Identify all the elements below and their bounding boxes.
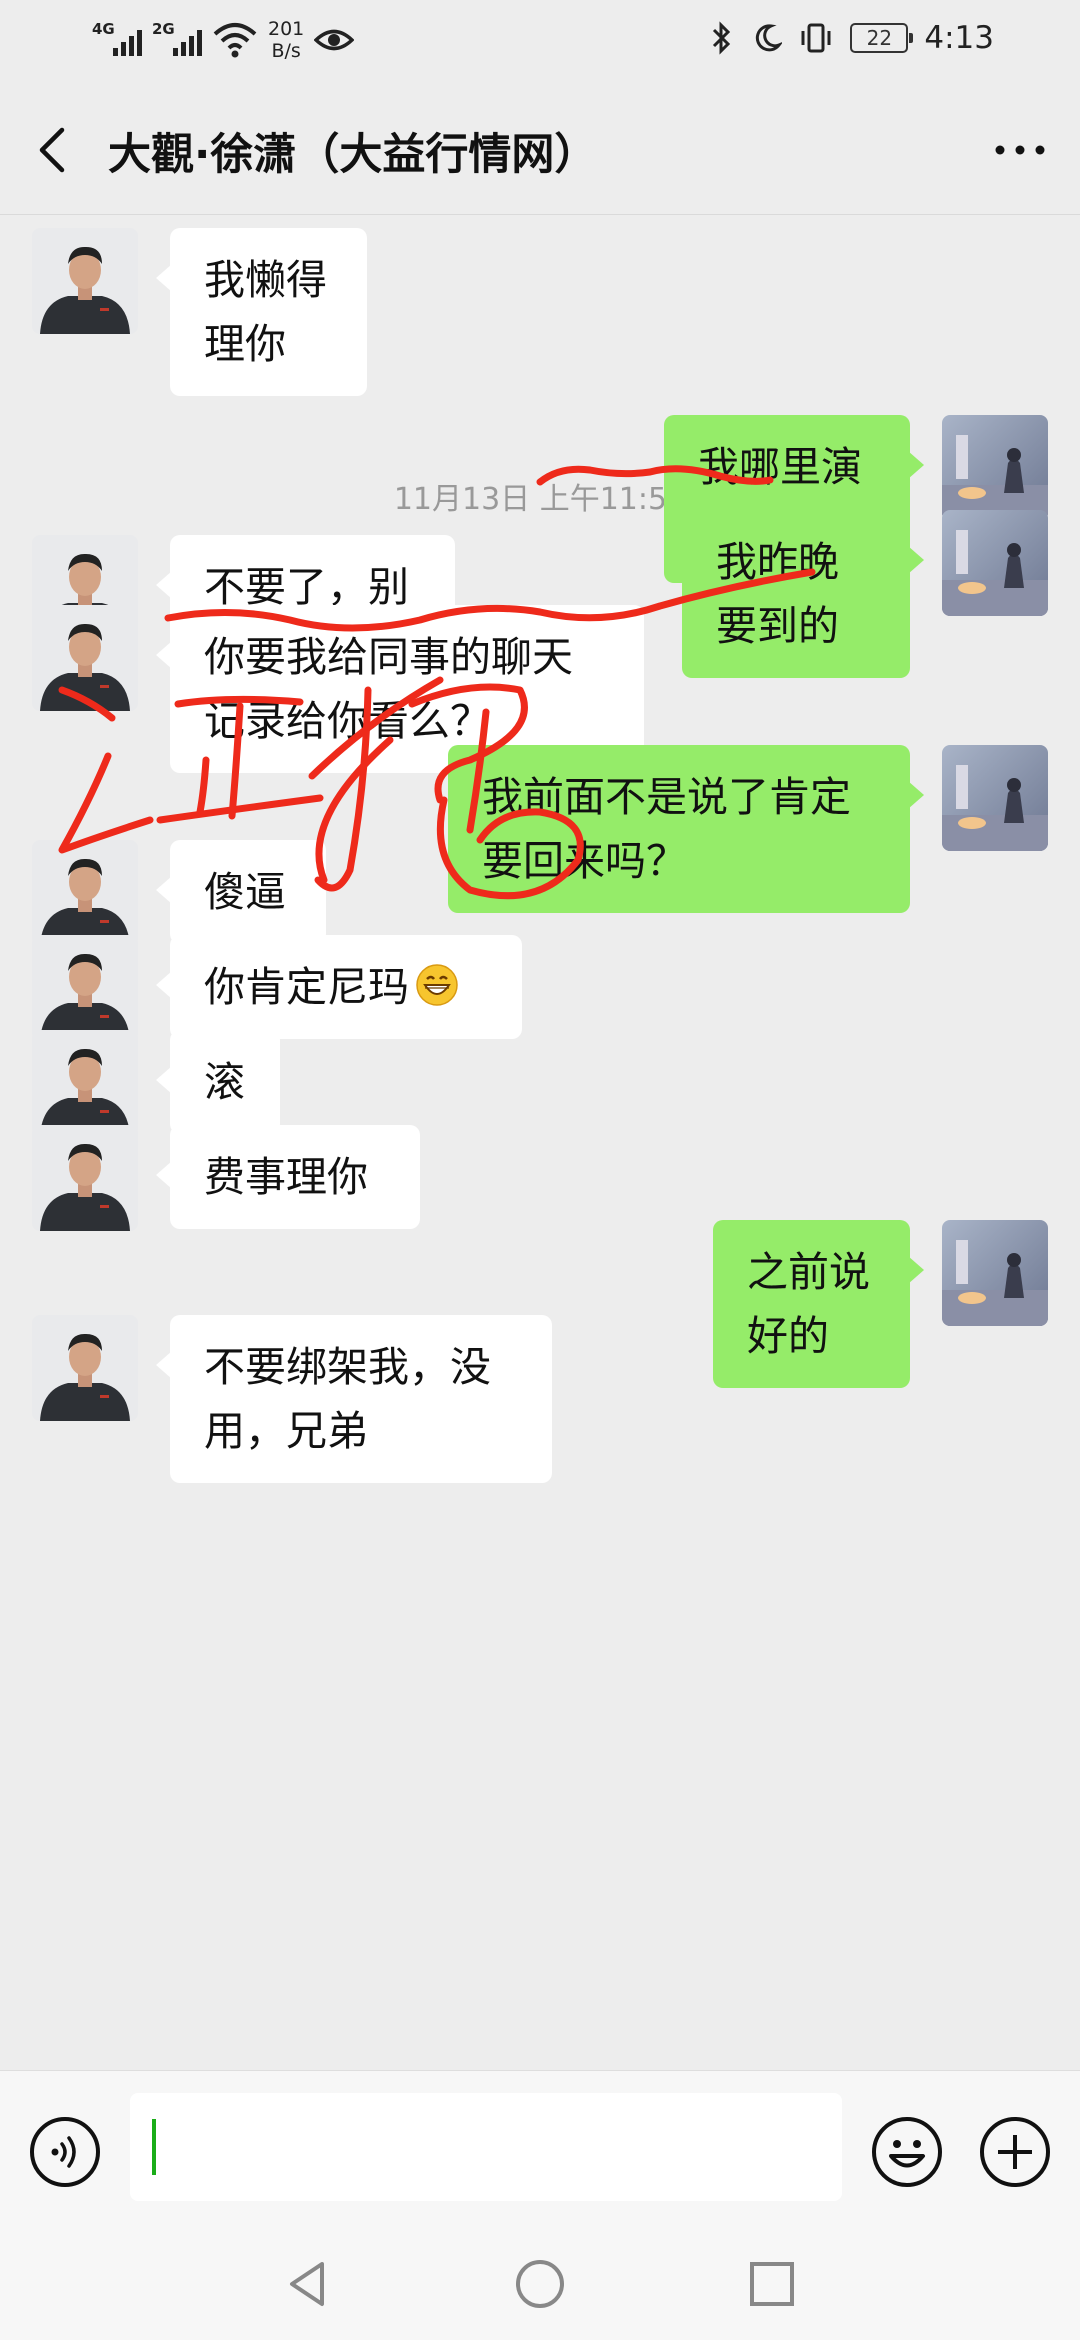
contact-avatar[interactable] [32,1125,138,1231]
chat-screen: 4G 2G 201 B/s 22 4:13 大觀·徐潇（大益行情网） 我懒得理你… [0,0,1080,2340]
message-bubble-incoming[interactable]: 费事理你 [156,1125,420,1229]
contact-avatar[interactable] [32,840,138,946]
emoji-icon[interactable] [870,2115,944,2189]
message-bubble-incoming[interactable]: 你肯定尼玛 [156,935,522,1039]
message-bubble-outgoing[interactable]: 我前面不是说了肯定要回来吗？ [448,745,924,913]
message-input[interactable] [130,2093,842,2201]
message-list-lower[interactable]: 我哪里演戏了？ 我昨晚要到的 你要我给同事的聊天记录给你看么？ 我前面不是说了肯… [0,0,1080,2070]
message-bubble-outgoing[interactable]: 我昨晚要到的 [682,510,924,678]
my-avatar[interactable] [942,510,1048,616]
contact-avatar[interactable] [32,935,138,1041]
grinning-face-emoji-icon [416,964,458,1006]
voice-icon[interactable] [28,2115,102,2189]
message-bubble-incoming[interactable]: 滚 [156,1030,280,1134]
contact-avatar[interactable] [32,605,138,711]
nav-back-icon[interactable] [278,2254,338,2314]
contact-avatar[interactable] [32,1315,138,1421]
my-avatar[interactable] [942,415,1048,521]
nav-home-icon[interactable] [510,2254,570,2314]
message-bubble-incoming[interactable]: 傻逼 [156,840,326,944]
plus-icon[interactable] [978,2115,1052,2189]
my-avatar[interactable] [942,745,1048,851]
nav-recents-icon[interactable] [742,2254,802,2314]
message-bubble-outgoing[interactable]: 之前说好的 [713,1220,924,1388]
message-text: 你肯定尼玛 [204,963,409,1011]
contact-avatar[interactable] [32,1030,138,1136]
chat-input-bar [0,2070,1080,2227]
my-avatar[interactable] [942,1220,1048,1326]
system-navigation-bar [0,2226,1080,2340]
message-bubble-incoming[interactable]: 不要绑架我，没用，兄弟 [156,1315,552,1483]
text-caret [152,2119,156,2175]
